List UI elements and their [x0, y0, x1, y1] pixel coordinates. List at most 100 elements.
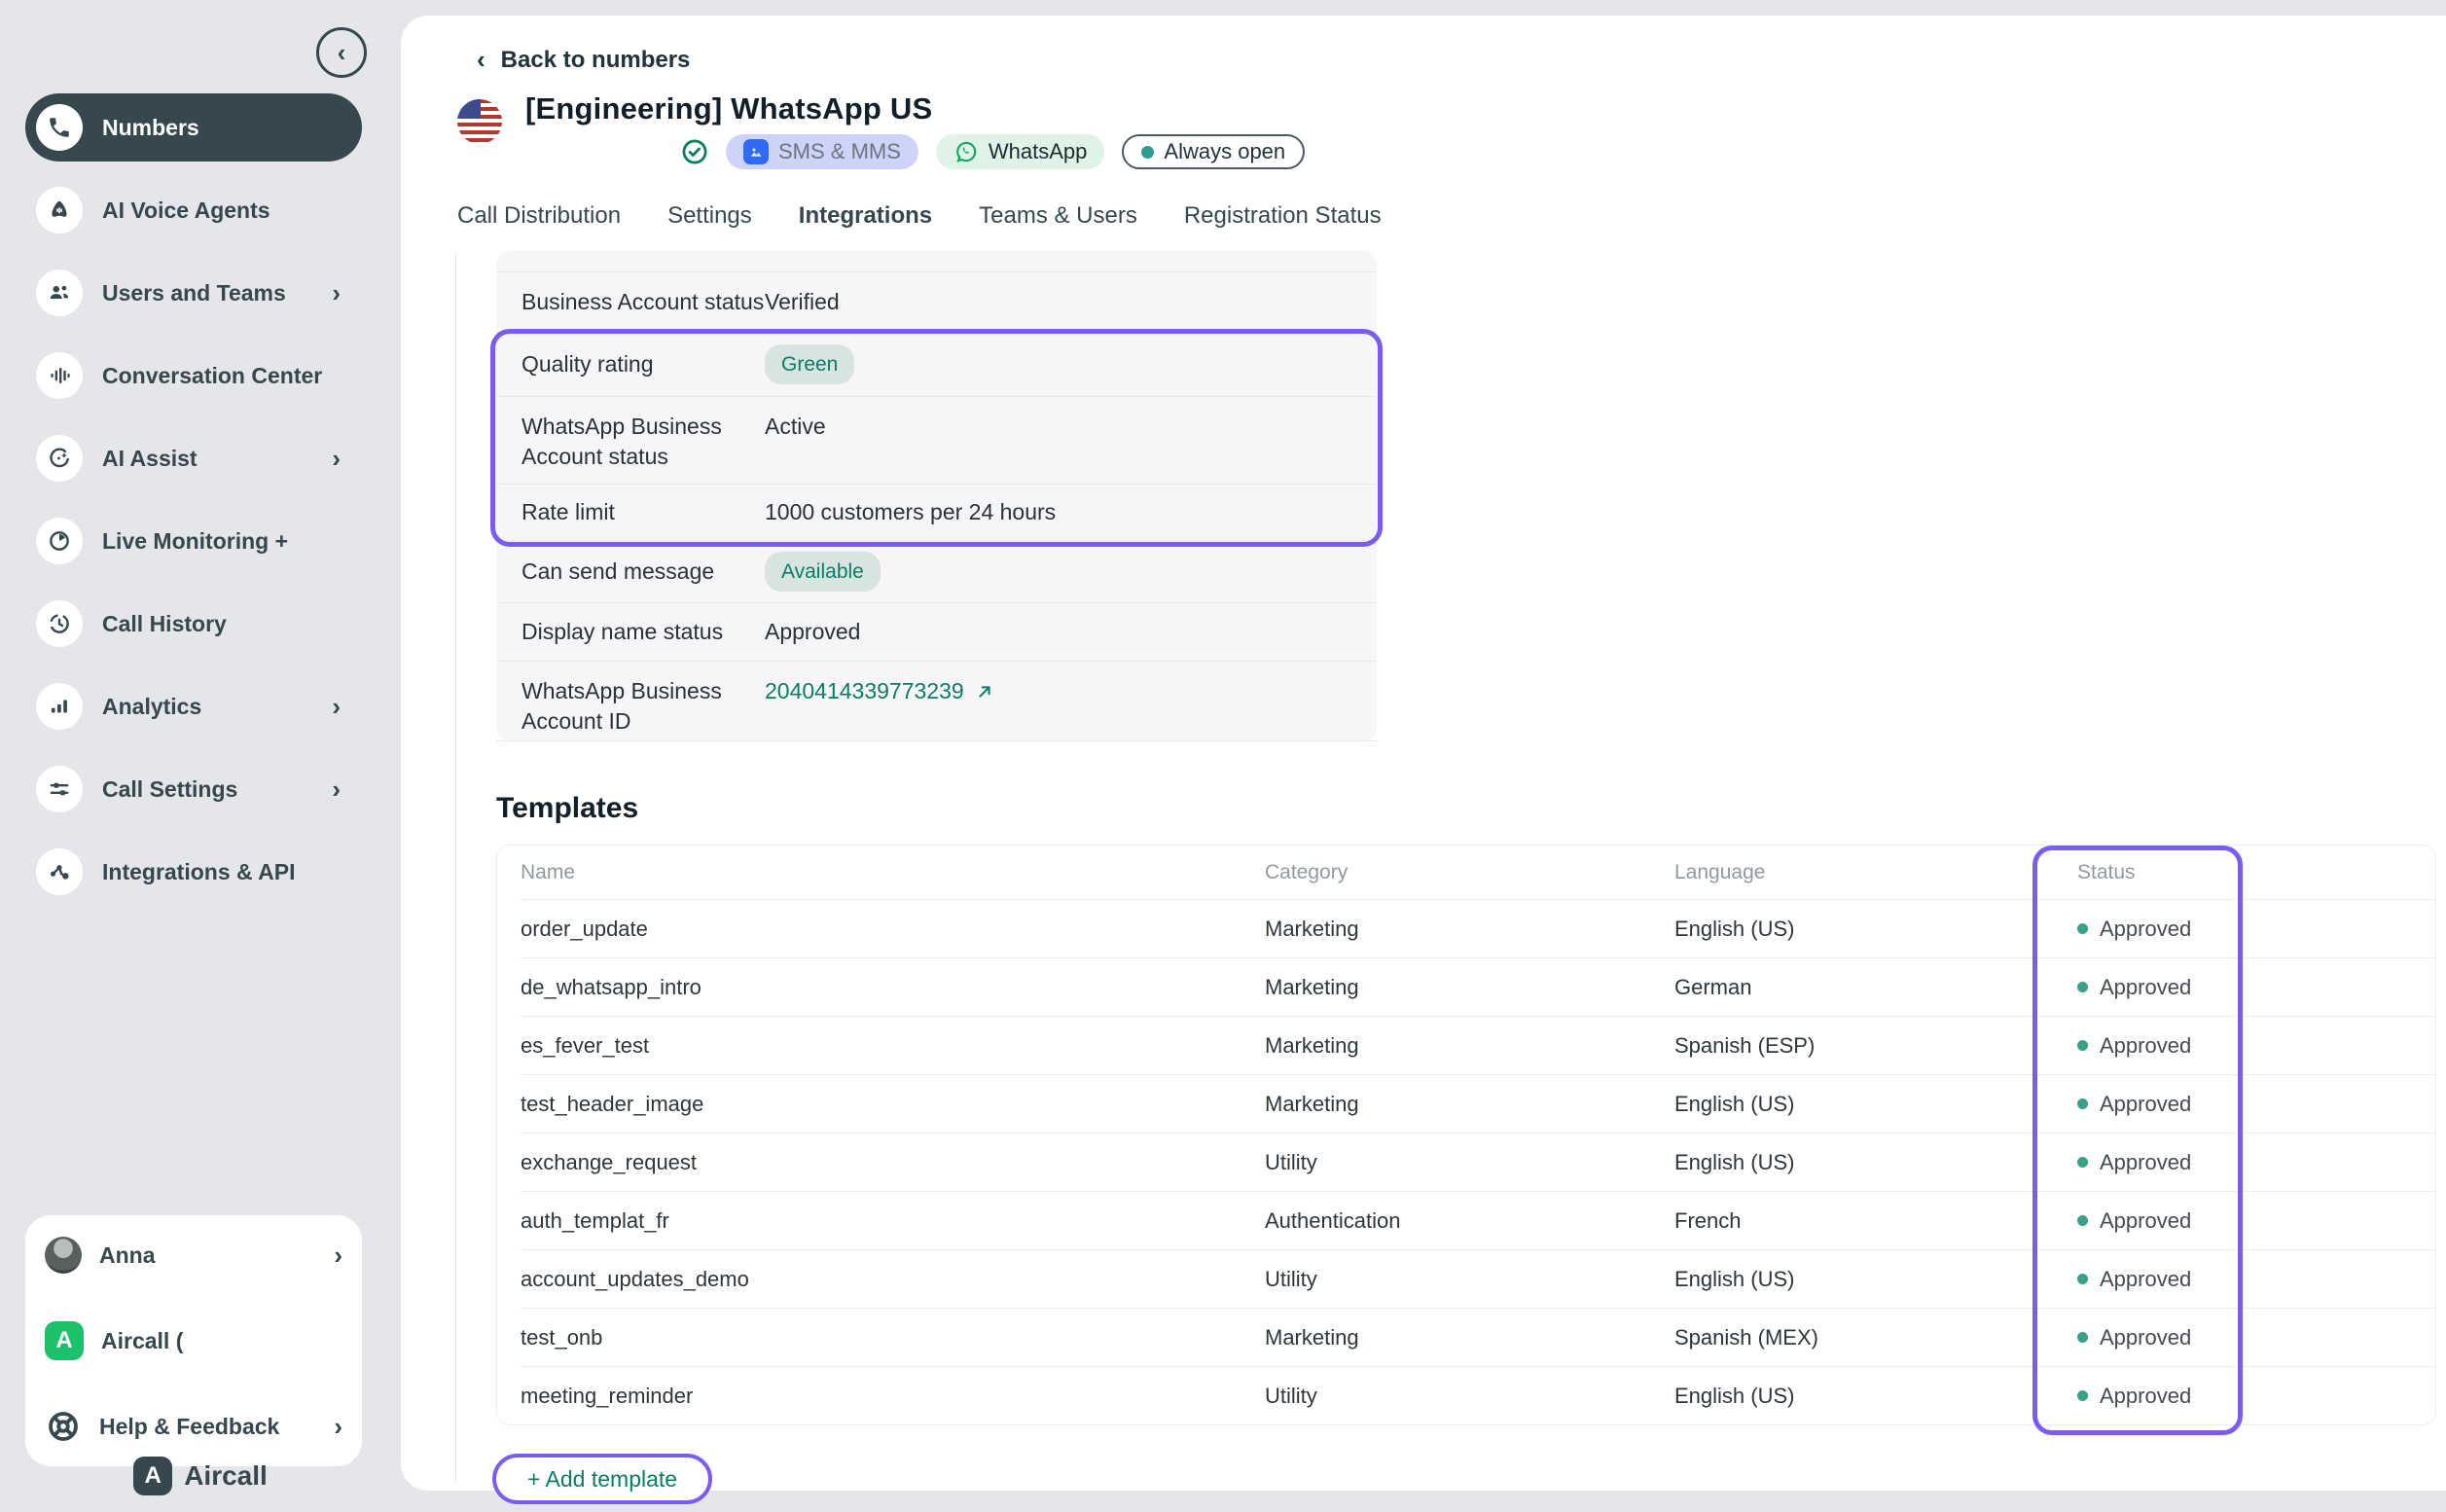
waba-id-link[interactable]: 2040414339773239: [765, 676, 995, 706]
back-label: Back to numbers: [501, 47, 691, 74]
approved-dot-icon: [2077, 923, 2088, 934]
table-row-test-onb[interactable]: test_onb Marketing Spanish (MEX) Approve…: [521, 1308, 2435, 1366]
detail-label: Quality rating: [496, 349, 765, 379]
table-row-es-fever-test[interactable]: es_fever_test Marketing Spanish (ESP) Ap…: [521, 1016, 2435, 1074]
template-name: order_update: [521, 917, 1265, 942]
table-row-test-header-image[interactable]: test_header_image Marketing English (US)…: [521, 1074, 2435, 1133]
bar-chart-icon: [36, 683, 83, 730]
sidebar-item-live-monitoring[interactable]: Live Monitoring +: [25, 507, 362, 575]
external-link-icon: [974, 681, 995, 702]
help-feedback-menu-item[interactable]: Help & Feedback ›: [45, 1408, 342, 1445]
always-open-badge: Always open: [1122, 134, 1305, 169]
sidebar-item-users-and-teams[interactable]: Users and Teams ›: [25, 259, 362, 327]
template-category: Authentication: [1265, 1208, 1674, 1234]
user-name: Anna: [99, 1242, 316, 1269]
template-status: Approved: [2100, 917, 2191, 942]
table-row-auth-templat-fr[interactable]: auth_templat_fr Authentication French Ap…: [521, 1191, 2435, 1249]
page-title: [Engineering] WhatsApp US: [525, 91, 932, 126]
aircall-brand: A Aircall: [0, 1457, 401, 1495]
sidebar-item-conversation-center[interactable]: Conversation Center: [25, 342, 362, 410]
main-content: ‹ Back to numbers [Engineering] WhatsApp…: [401, 16, 2446, 1491]
add-template-button[interactable]: + Add template: [492, 1454, 712, 1504]
chevron-left-icon: ‹: [477, 45, 486, 75]
tab-registration-status[interactable]: Registration Status: [1184, 202, 1382, 237]
detail-label: WhatsApp Business Account status: [496, 412, 765, 472]
sms-mms-label: SMS & MMS: [778, 139, 901, 164]
table-row-account-updates-demo[interactable]: account_updates_demo Utility English (US…: [521, 1249, 2435, 1308]
template-status: Approved: [2100, 975, 2191, 1000]
sidebar-item-call-settings[interactable]: Call Settings ›: [25, 755, 362, 823]
template-name: meeting_reminder: [521, 1384, 1265, 1409]
detail-value: Green: [765, 344, 1377, 384]
organization-menu-item[interactable]: A Aircall (: [45, 1321, 342, 1360]
account-card: Anna › A Aircall ( Help & Feedback ›: [25, 1215, 362, 1466]
template-language: English (US): [1674, 1384, 2065, 1409]
aircall-admin-page: { "colors": { "accent_purple": "#7a5cf0"…: [0, 0, 2446, 1512]
whatsapp-icon: [953, 139, 979, 164]
sms-mms-badge: SMS & MMS: [726, 134, 918, 169]
tab-teams-users[interactable]: Teams & Users: [979, 202, 1137, 237]
waba-id-value: 2040414339773239: [765, 676, 964, 706]
detail-value: 2040414339773239: [765, 676, 1377, 706]
user-avatar: [45, 1237, 82, 1274]
share-nodes-icon: [36, 848, 83, 895]
sidebar-item-label: Analytics: [102, 694, 312, 720]
sidebar: ‹ Numbers AI Voice Agents Users and Team…: [0, 0, 401, 1512]
template-language: Spanish (MEX): [1674, 1325, 2065, 1350]
table-row-order-update[interactable]: order_update Marketing English (US) Appr…: [521, 899, 2435, 957]
template-name: test_onb: [521, 1325, 1265, 1350]
waveform-icon: [36, 352, 83, 399]
sidebar-item-ai-voice-agents[interactable]: AI Voice Agents: [25, 176, 362, 244]
detail-value: 1000 customers per 24 hours: [765, 497, 1377, 527]
sidebar-item-numbers[interactable]: Numbers: [25, 93, 362, 162]
ai-sparkle-icon: [36, 435, 83, 482]
help-feedback-label: Help & Feedback: [99, 1414, 316, 1440]
open-status-dot-icon: [1141, 146, 1154, 159]
sidebar-item-integrations-api[interactable]: Integrations & API: [25, 838, 362, 906]
lifebuoy-icon: [45, 1408, 82, 1445]
template-category: Utility: [1265, 1150, 1674, 1175]
back-to-numbers-link[interactable]: ‹ Back to numbers: [477, 45, 690, 75]
table-row-de-whatsapp-intro[interactable]: de_whatsapp_intro Marketing German Appro…: [521, 957, 2435, 1016]
detail-row-quality-rating: Quality rating Green: [496, 333, 1377, 397]
number-tabs: Call Distribution Settings Integrations …: [457, 202, 1382, 237]
table-row-exchange-request[interactable]: exchange_request Utility English (US) Ap…: [521, 1133, 2435, 1191]
phone-icon: [36, 104, 83, 151]
tab-settings[interactable]: Settings: [667, 202, 752, 237]
sidebar-collapse-button[interactable]: ‹: [316, 27, 367, 78]
user-menu-item[interactable]: Anna ›: [45, 1237, 342, 1274]
approved-dot-icon: [2077, 982, 2088, 992]
detail-row-business-account-status: Business Account status Verified: [496, 272, 1377, 333]
detail-value: Active: [765, 412, 1377, 442]
templates-heading: Templates: [496, 792, 638, 825]
template-name: es_fever_test: [521, 1033, 1265, 1059]
template-name: account_updates_demo: [521, 1267, 1265, 1292]
templates-table: Name Category Language Status order_upda…: [496, 845, 2436, 1425]
column-status: Status: [2065, 861, 2435, 884]
table-row-meeting-reminder[interactable]: meeting_reminder Utility English (US) Ap…: [521, 1366, 2435, 1424]
template-language: English (US): [1674, 917, 2065, 942]
templates-table-header: Name Category Language Status: [521, 846, 2435, 899]
number-badges: SMS & MMS WhatsApp Always open: [681, 134, 1305, 169]
template-language: English (US): [1674, 1092, 2065, 1117]
detail-value: Available: [765, 552, 1377, 592]
sidebar-item-call-history[interactable]: Call History: [25, 590, 362, 658]
template-name: exchange_request: [521, 1150, 1265, 1175]
template-language: German: [1674, 975, 2065, 1000]
template-name: de_whatsapp_intro: [521, 975, 1265, 1000]
detail-label: Can send message: [496, 557, 765, 587]
approved-dot-icon: [2077, 1040, 2088, 1051]
detail-label: Rate limit: [496, 497, 765, 527]
template-category: Marketing: [1265, 1325, 1674, 1350]
sidebar-item-ai-assist[interactable]: AI Assist ›: [25, 424, 362, 492]
sidebar-item-label: Conversation Center: [102, 363, 341, 389]
tab-integrations[interactable]: Integrations: [799, 202, 932, 237]
chevron-right-icon: ›: [332, 280, 341, 306]
detail-value: Approved: [765, 617, 1377, 647]
sidebar-item-analytics[interactable]: Analytics ›: [25, 672, 362, 740]
content-divider: [455, 253, 456, 1481]
chevron-right-icon: ›: [332, 446, 341, 471]
approved-dot-icon: [2077, 1390, 2088, 1401]
template-status: Approved: [2100, 1033, 2191, 1059]
tab-call-distribution[interactable]: Call Distribution: [457, 202, 621, 237]
